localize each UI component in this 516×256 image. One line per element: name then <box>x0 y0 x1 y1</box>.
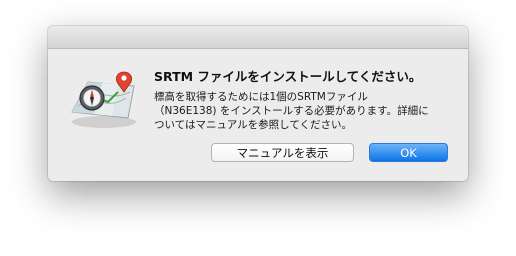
dialog-title: SRTM ファイルをインストールしてください。 <box>154 69 422 84</box>
show-manual-button[interactable]: マニュアルを表示 <box>211 143 354 162</box>
ok-button[interactable]: OK <box>369 143 448 162</box>
alert-dialog: SRTM ファイルをインストールしてください。 標高を取得するためには1個のSR… <box>48 26 468 181</box>
screen-background: SRTM ファイルをインストールしてください。 標高を取得するためには1個のSR… <box>0 0 516 256</box>
map-compass-icon <box>71 71 136 128</box>
dialog-titlebar <box>48 26 468 49</box>
dialog-message: 標高を取得するためには1個のSRTMファイル （N36E138) をインストール… <box>154 91 429 131</box>
